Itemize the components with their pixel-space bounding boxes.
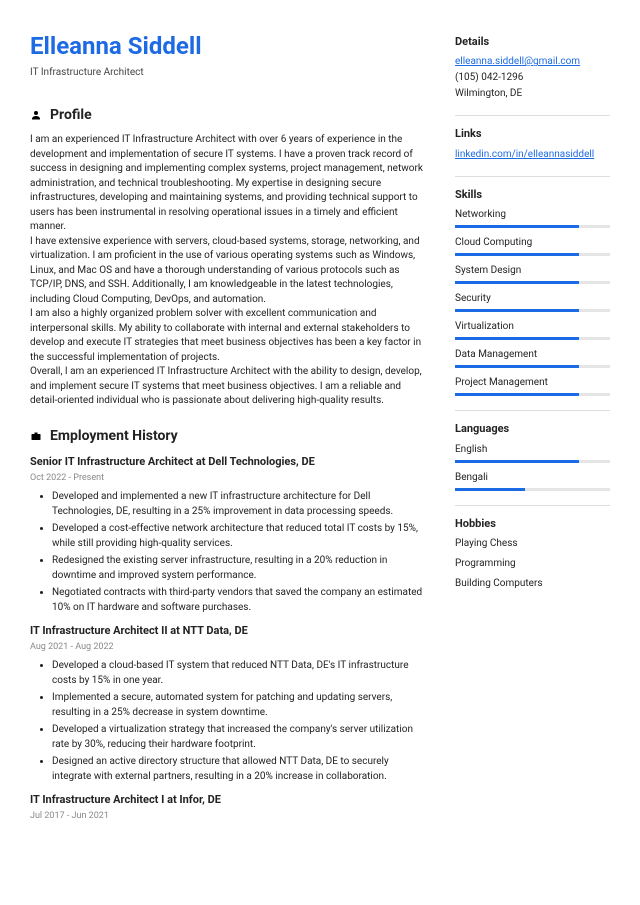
skill-bar-fill	[455, 337, 579, 340]
phone-text: (105) 042-1296	[455, 71, 610, 85]
job-title: Senior IT Infrastructure Architect at De…	[30, 454, 427, 469]
links-heading: Links	[455, 115, 610, 141]
job-bullet: Developed a cost-effective network archi…	[52, 522, 427, 551]
employment-heading-text: Employment History	[50, 427, 178, 447]
job-bullet: Developed and implemented a new IT infra…	[52, 490, 427, 519]
language-bar	[455, 460, 610, 463]
skill-item: System Design	[455, 264, 610, 284]
skills-heading: Skills	[455, 176, 610, 202]
main-column: Elleanna Siddell IT Infrastructure Archi…	[30, 30, 427, 830]
details-block: Details elleanna.siddell@gmail.com (105)…	[455, 34, 610, 101]
skill-bar-fill	[455, 281, 579, 284]
language-name: Bengali	[455, 471, 610, 485]
skill-name: Security	[455, 292, 610, 306]
skill-name: System Design	[455, 264, 610, 278]
skill-bar	[455, 309, 610, 312]
person-title: IT Infrastructure Architect	[30, 66, 427, 80]
hobbies-heading: Hobbies	[455, 505, 610, 531]
skill-bar	[455, 337, 610, 340]
languages-heading: Languages	[455, 410, 610, 436]
language-item: English	[455, 443, 610, 463]
job-bullet: Developed a virtualization strategy that…	[52, 723, 427, 752]
skill-item: Networking	[455, 208, 610, 228]
hobbies-block: Hobbies Playing Chess Programming Building…	[455, 505, 610, 591]
skill-bar	[455, 225, 610, 228]
job-entry: IT Infrastructure Architect I at Infor, …	[30, 792, 427, 822]
skill-name: Networking	[455, 208, 610, 222]
skill-bar-fill	[455, 253, 579, 256]
briefcase-icon	[30, 430, 42, 442]
profile-heading: Profile	[30, 106, 427, 126]
skill-bar-fill	[455, 365, 579, 368]
person-icon	[30, 109, 42, 121]
job-bullet: Implemented a secure, automated system f…	[52, 691, 427, 720]
skill-item: Data Management	[455, 348, 610, 368]
job-title: IT Infrastructure Architect I at Infor, …	[30, 792, 427, 807]
profile-paragraph: Overall, I am an experienced IT Infrastr…	[30, 365, 427, 409]
language-item: Bengali	[455, 471, 610, 491]
skills-block: Skills Networking Cloud Computing System D…	[455, 176, 610, 396]
skill-bar	[455, 281, 610, 284]
skill-item: Security	[455, 292, 610, 312]
jobs-list: Senior IT Infrastructure Architect at De…	[30, 454, 427, 822]
skill-item: Cloud Computing	[455, 236, 610, 256]
skill-bar-fill	[455, 393, 579, 396]
languages-block: Languages English Bengali	[455, 410, 610, 490]
profile-paragraph: I have extensive experience with servers…	[30, 235, 427, 308]
skill-bar	[455, 393, 610, 396]
job-bullet: Developed a cloud-based IT system that r…	[52, 659, 427, 688]
skill-bar	[455, 365, 610, 368]
profile-body: I am an experienced IT Infrastructure Ar…	[30, 133, 427, 409]
job-bullets: Developed and implemented a new IT infra…	[30, 490, 427, 615]
links-block: Links linkedin.com/in/elleannasiddell	[455, 115, 610, 161]
details-heading: Details	[455, 34, 610, 49]
job-bullets: Developed a cloud-based IT system that r…	[30, 659, 427, 784]
job-bullet: Negotiated contracts with third-party ve…	[52, 586, 427, 615]
sidebar: Details elleanna.siddell@gmail.com (105)…	[455, 30, 610, 830]
profile-heading-text: Profile	[50, 106, 92, 126]
skill-name: Project Management	[455, 376, 610, 390]
skill-name: Cloud Computing	[455, 236, 610, 250]
linkedin-link[interactable]: linkedin.com/in/elleannasiddell	[455, 148, 610, 162]
language-bar-fill	[455, 488, 525, 491]
person-name: Elleanna Siddell	[30, 30, 427, 64]
email-link[interactable]: elleanna.siddell@gmail.com	[455, 55, 610, 69]
skill-item: Virtualization	[455, 320, 610, 340]
hobby-item: Building Computers	[455, 577, 610, 591]
skill-name: Data Management	[455, 348, 610, 362]
job-dates: Jul 2017 - Jun 2021	[30, 810, 427, 823]
job-bullet: Designed an active directory structure t…	[52, 755, 427, 784]
job-dates: Oct 2022 - Present	[30, 472, 427, 485]
job-title: IT Infrastructure Architect II at NTT Da…	[30, 623, 427, 638]
location-text: Wilmington, DE	[455, 87, 610, 101]
language-bar	[455, 488, 610, 491]
job-entry: Senior IT Infrastructure Architect at De…	[30, 454, 427, 615]
skill-item: Project Management	[455, 376, 610, 396]
skill-bar	[455, 253, 610, 256]
job-entry: IT Infrastructure Architect II at NTT Da…	[30, 623, 427, 784]
employment-heading: Employment History	[30, 427, 427, 447]
job-bullet: Redesigned the existing server infrastru…	[52, 554, 427, 583]
skill-bar-fill	[455, 309, 579, 312]
skill-name: Virtualization	[455, 320, 610, 334]
hobby-item: Playing Chess	[455, 537, 610, 551]
job-dates: Aug 2021 - Aug 2022	[30, 641, 427, 654]
profile-paragraph: I am an experienced IT Infrastructure Ar…	[30, 133, 427, 235]
hobby-item: Programming	[455, 557, 610, 571]
language-name: English	[455, 443, 610, 457]
profile-paragraph: I am also a highly organized problem sol…	[30, 307, 427, 365]
skill-bar-fill	[455, 225, 579, 228]
language-bar-fill	[455, 460, 579, 463]
resume-page: Elleanna Siddell IT Infrastructure Archi…	[0, 0, 640, 830]
